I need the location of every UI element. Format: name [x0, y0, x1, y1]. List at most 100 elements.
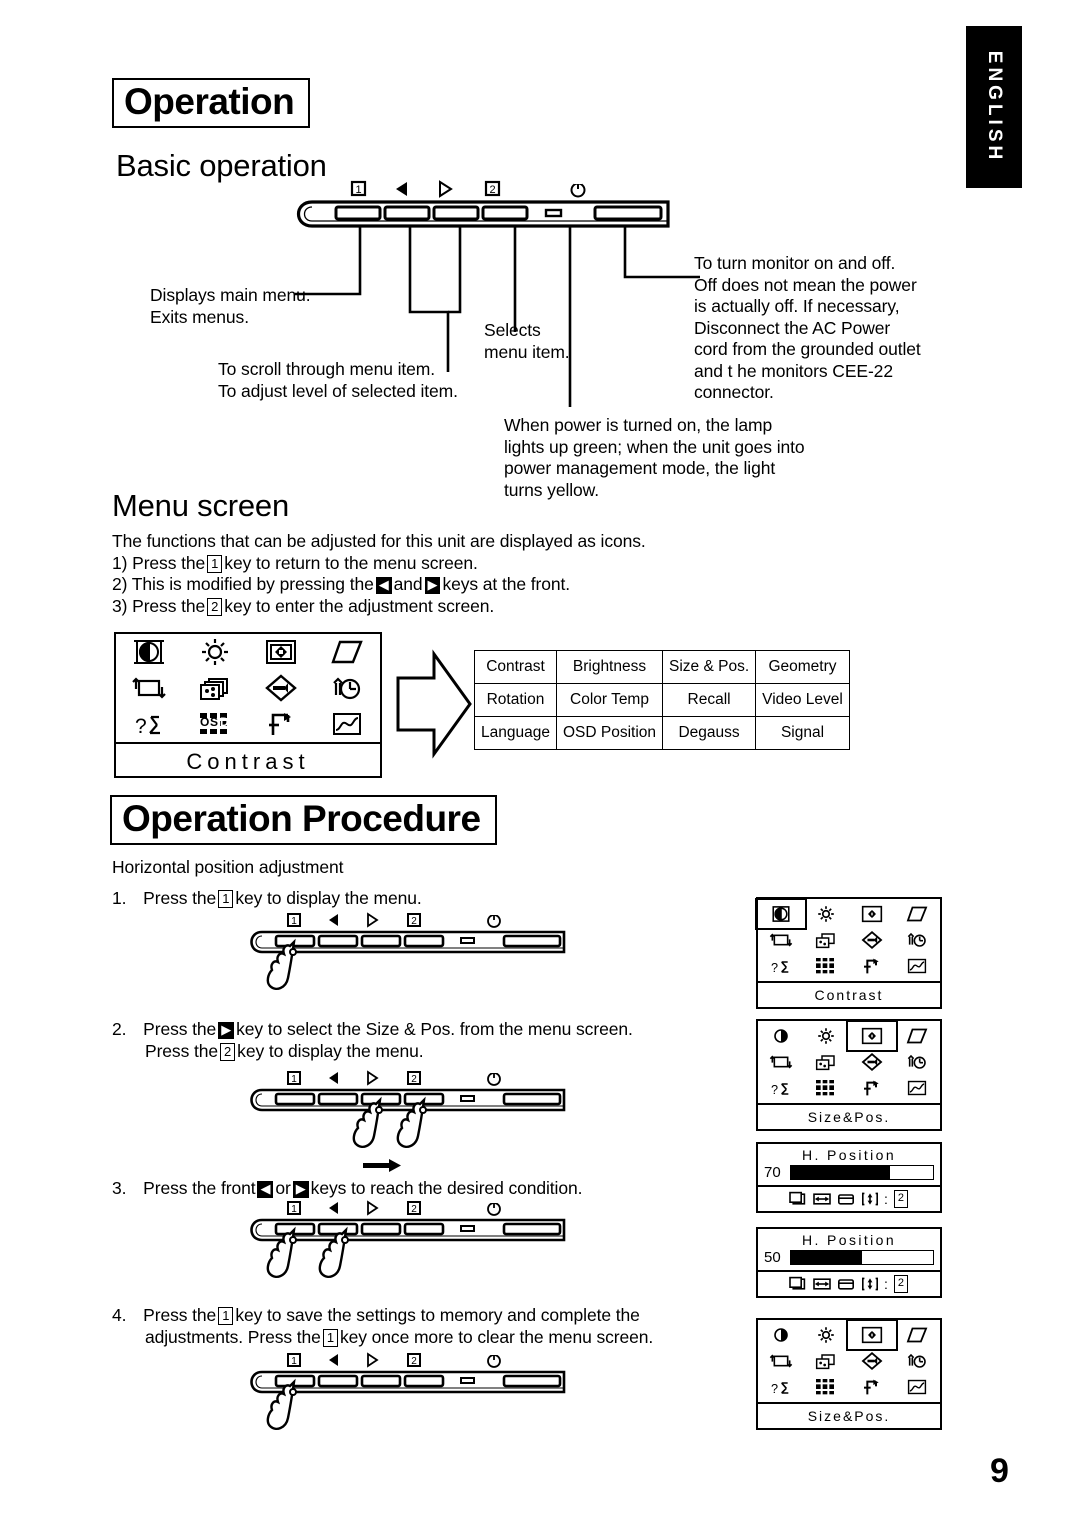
procedure-subtitle: Horizontal position adjustment	[112, 857, 344, 877]
menu-cell-degauss: Degauss	[662, 716, 757, 750]
osd-adjust-icon-row: : 2	[758, 1185, 940, 1211]
menu-cell-signal: Signal	[755, 716, 850, 750]
manual-page: ENGLISH Operation Basic operation 1 2 Di…	[0, 0, 1080, 1518]
svg-text:1: 1	[291, 1074, 297, 1085]
language-side-tab-label: ENGLISH	[984, 50, 1005, 164]
osd-value-title: H. Position	[801, 1232, 897, 1248]
section-heading-operation-procedure-label: Operation Procedure	[122, 798, 481, 839]
svg-text:1: 1	[291, 916, 297, 927]
menu-cell-language: Language	[474, 716, 557, 750]
osd-panel-step-2-size-pos: ? Size&Pos.	[756, 1019, 942, 1131]
osd-icon-grid: ? OSD	[116, 634, 380, 742]
table-row: Language OSD Position Degauss Signal	[474, 716, 850, 750]
osd-icon-language: ?	[116, 706, 182, 742]
osd-panel-title-contrast: Contrast	[116, 742, 380, 779]
control-panel-diagram-step-1: 1 2	[246, 912, 566, 1017]
osd-icon-size-and-position	[849, 901, 895, 927]
osd-icon-rotation	[758, 1348, 804, 1374]
osd-adjust-separator: :	[883, 1191, 888, 1207]
osd-icon-degauss	[895, 1348, 941, 1374]
osd-icon-grid: ?	[755, 898, 940, 981]
osd-icon-moire	[849, 1374, 895, 1400]
language-side-tab: ENGLISH	[966, 26, 1022, 188]
osd-icon-rotation	[116, 670, 182, 706]
svg-text:2: 2	[411, 1074, 417, 1085]
svg-text:S: S	[210, 715, 218, 729]
osd-panel-title-contrast: Contrast	[758, 981, 940, 1007]
osd-icon-moire	[849, 953, 895, 979]
osd-panel-h-position-50: H. Position 50 : 2	[756, 1227, 942, 1298]
osd-icon-recall	[849, 1348, 895, 1374]
menu-cell-osd-position: OSD Position	[555, 716, 664, 750]
osd-icon-recall	[849, 1049, 895, 1075]
callout-arrow-keys: To scroll through menu item. To adjust l…	[218, 359, 458, 401]
menu-cell-size-pos: Size & Pos.	[662, 650, 757, 684]
key-1-glyph: 1	[207, 554, 223, 573]
osd-icon-color-temp	[804, 1348, 850, 1374]
osd-adjust-icon-row: : 2	[758, 1270, 940, 1296]
h-size-icon	[813, 1278, 831, 1290]
section-heading-operation: Operation	[112, 78, 311, 128]
svg-text:?: ?	[771, 1382, 778, 1396]
flow-arrow-icon	[396, 648, 472, 765]
osd-icon-brightness	[804, 1322, 850, 1348]
osd-icon-language: ?	[758, 1075, 804, 1101]
osd-icon-contrast	[755, 898, 807, 930]
osd-icon-grid: ?	[758, 1319, 941, 1402]
osd-icon-video-level	[895, 1374, 941, 1400]
menu-screen-instructions: The functions that can be adjusted for t…	[112, 531, 732, 617]
osd-panel-title-size-pos: Size&Pos.	[758, 1402, 940, 1428]
osd-icon-recall	[248, 670, 314, 706]
osd-icon-rotation	[758, 1049, 804, 1075]
menu-cell-brightness: Brightness	[555, 650, 664, 684]
control-panel-diagram-step-2: 1 2	[246, 1070, 566, 1180]
key-2-glyph: 2	[893, 1275, 908, 1293]
svg-text:1: 1	[355, 184, 361, 196]
osd-icon-size-and-position	[846, 1319, 898, 1351]
table-row: Rotation Color Temp Recall Video Level	[474, 683, 850, 717]
menu-screen-step-2: 2) This is modified by pressing the ◀ and ▶…	[112, 574, 571, 594]
svg-text:1: 1	[291, 1356, 297, 1367]
osd-icon-osd-position	[804, 1374, 850, 1400]
osd-icon-moire	[849, 1075, 895, 1101]
osd-icon-color-temp	[182, 670, 248, 706]
key-2-glyph: 2	[893, 1190, 908, 1208]
v-position-icon	[837, 1194, 854, 1205]
osd-icon-language: ?	[758, 953, 804, 979]
key-2-glyph: 2	[220, 1042, 236, 1061]
svg-text:D: D	[220, 715, 229, 729]
procedure-step-2: 2. Press the ▶ key to select the Size & Po…	[112, 1019, 633, 1061]
h-size-icon	[813, 1193, 831, 1205]
left-arrow-key-glyph: ◀	[375, 577, 392, 594]
osd-value-number: 50	[764, 1249, 781, 1266]
svg-text:O: O	[200, 715, 209, 729]
control-panel-diagram-step-3: 1 2	[246, 1200, 566, 1305]
osd-icon-contrast	[758, 1322, 804, 1348]
osd-menu-panel-contrast-large: ? OSD Contrast	[114, 632, 382, 778]
step-1-number: 1.	[112, 888, 127, 908]
osd-icon-video-level	[895, 1075, 941, 1101]
step-2-number: 2.	[112, 1019, 127, 1039]
osd-value-number: 70	[764, 1164, 781, 1181]
osd-icon-size-and-position	[248, 634, 314, 670]
h-position-icon	[789, 1276, 806, 1290]
left-arrow-key-glyph: ◀	[257, 1181, 274, 1198]
osd-icon-contrast	[758, 1023, 804, 1049]
menu-cell-contrast: Contrast	[474, 650, 557, 684]
osd-panel-step-4-size-pos: ? Size&Pos.	[756, 1318, 942, 1430]
osd-value-bar	[790, 1250, 934, 1265]
osd-adjust-separator: :	[883, 1276, 888, 1292]
svg-text:?: ?	[135, 715, 147, 738]
control-panel-diagram-step-4: 1 2	[246, 1352, 566, 1462]
osd-icon-brightness	[182, 634, 248, 670]
menu-screen-step-1: 1) Press the 1 key to return to the menu s…	[112, 552, 478, 573]
menu-cell-recall: Recall	[662, 683, 757, 717]
callout-select-key: Selects menu item.	[484, 320, 570, 362]
right-arrow-key-glyph: ▶	[292, 1181, 309, 1198]
osd-icon-osd-position	[804, 1075, 850, 1101]
step-3-number: 3.	[112, 1178, 127, 1198]
menu-cell-rotation: Rotation	[474, 683, 557, 717]
osd-icon-grid: ?	[758, 1020, 941, 1103]
section-heading-operation-procedure: Operation Procedure	[110, 795, 497, 845]
osd-icon-osd-position: OSD	[182, 706, 248, 742]
